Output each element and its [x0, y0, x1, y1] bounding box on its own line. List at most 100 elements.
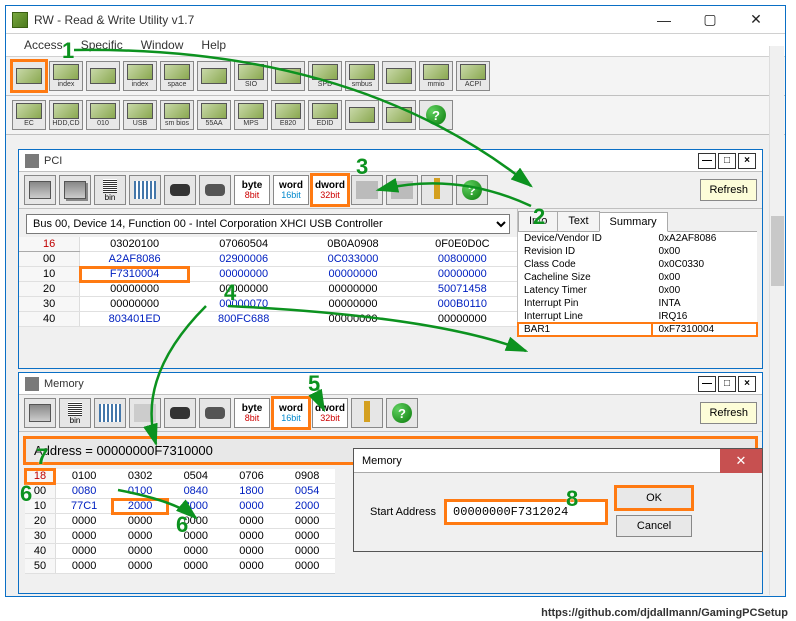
- pci-grid-button[interactable]: [129, 175, 161, 205]
- memory-save-button[interactable]: [24, 398, 56, 428]
- menubar: Access Specific Window Help: [6, 34, 785, 57]
- binary-010-button[interactable]: 010: [86, 100, 120, 130]
- memory-find-button[interactable]: [164, 398, 196, 428]
- pci-chip-button[interactable]: [12, 61, 46, 91]
- menu-window[interactable]: Window: [133, 36, 192, 54]
- dialog-title: Memory: [362, 455, 720, 467]
- mps-button[interactable]: MPS: [234, 100, 268, 130]
- pci-hex-table: 1603020100070605040B0A09080F0E0D0C00A2AF…: [19, 237, 517, 327]
- main-window: RW - Read & Write Utility v1.7 — ▢ ✕ Acc…: [5, 5, 786, 597]
- pci-find-button[interactable]: [164, 175, 196, 205]
- dialog-address-label: Start Address: [370, 506, 436, 518]
- memory-toolbar: bin byte8bit word16bit dword32bit ? Refr…: [19, 395, 762, 432]
- isa-button[interactable]: [197, 61, 231, 91]
- anno-6b: 6: [176, 512, 188, 538]
- edid-button[interactable]: EDID: [308, 100, 342, 130]
- pci-minimize-button[interactable]: —: [698, 153, 716, 169]
- main-scrollbar[interactable]: [769, 46, 784, 595]
- dialog-cancel-button[interactable]: Cancel: [616, 515, 692, 537]
- memory-address-text: Address = 00000000F7310000: [34, 443, 213, 458]
- pci-dword-button[interactable]: dword32bit: [312, 175, 348, 205]
- memory-bin-button[interactable]: bin: [59, 398, 91, 428]
- memory-grid-button[interactable]: [94, 398, 126, 428]
- pci-help-button[interactable]: ?: [456, 175, 488, 205]
- help-main-button[interactable]: ?: [419, 100, 453, 130]
- pci-window-title: PCI: [44, 155, 698, 167]
- sio-button[interactable]: SIO: [234, 61, 268, 91]
- memory-maximize-button[interactable]: □: [718, 376, 736, 392]
- memory-find-grid-button[interactable]: [199, 398, 231, 428]
- mem-chips-button[interactable]: [86, 61, 120, 91]
- dialog-address-input[interactable]: [446, 501, 606, 523]
- acpi-button[interactable]: ACPI: [456, 61, 490, 91]
- pci-info-icon[interactable]: [421, 175, 453, 205]
- spd-button[interactable]: SPD: [308, 61, 342, 91]
- anno-5: 5: [308, 371, 320, 397]
- index-button-1[interactable]: index: [49, 61, 83, 91]
- main-toolbar-2: ECHDD,CD010USBsm bios55AAMPSE820EDID?: [6, 96, 785, 135]
- anno-7: 7: [36, 444, 48, 470]
- app-icon: [12, 12, 28, 28]
- close-button[interactable]: ✕: [733, 6, 779, 34]
- pci-window: PCI — □ × bin byte8bit word16bit dword32…: [18, 149, 763, 369]
- space-button[interactable]: space: [160, 61, 194, 91]
- smbus-button[interactable]: smbus: [345, 61, 379, 91]
- minimize-button[interactable]: —: [641, 6, 687, 34]
- memory-refresh-button[interactable]: Refresh: [700, 402, 757, 424]
- pci-tabs: Info Text Summary: [518, 209, 757, 232]
- pci-summary-table: Device/Vendor ID0xA2AF8086Revision ID0x0…: [518, 232, 757, 336]
- main-toolbar: indexindexspaceSIOSPDsmbusmmioACPI: [6, 57, 785, 96]
- pci-tab-summary[interactable]: Summary: [599, 212, 668, 232]
- maximize-button[interactable]: ▢: [687, 6, 733, 34]
- titlebar: RW - Read & Write Utility v1.7 — ▢ ✕: [6, 6, 785, 34]
- usb-button[interactable]: USB: [123, 100, 157, 130]
- pci-find-grid-button[interactable]: [199, 175, 231, 205]
- pci-word-button[interactable]: word16bit: [273, 175, 309, 205]
- anno-8: 8: [566, 486, 578, 512]
- pci-tab-text[interactable]: Text: [557, 211, 599, 231]
- pci-window-icon: [25, 154, 39, 168]
- pci-save-all-button[interactable]: [59, 175, 91, 205]
- pci-bin-button[interactable]: bin: [94, 175, 126, 205]
- ec-button[interactable]: EC: [12, 100, 46, 130]
- memory-info-icon[interactable]: [351, 398, 383, 428]
- dialog-ok-button[interactable]: OK: [616, 487, 692, 509]
- pci-toolbar: bin byte8bit word16bit dword32bit ? Refr…: [19, 172, 762, 209]
- e820-button[interactable]: E820: [271, 100, 305, 130]
- pci-close-button[interactable]: ×: [738, 153, 756, 169]
- memory-word-button[interactable]: word16bit: [273, 398, 309, 428]
- smbios-button[interactable]: sm bios: [160, 100, 194, 130]
- memory-minimize-button[interactable]: —: [698, 376, 716, 392]
- memory-close-button[interactable]: ×: [738, 376, 756, 392]
- anno-6a: 6: [20, 481, 32, 507]
- msr-button[interactable]: [382, 61, 416, 91]
- terminal-button[interactable]: [345, 100, 379, 130]
- memory-dword-button[interactable]: dword32bit: [312, 398, 348, 428]
- pci-device-select[interactable]: Bus 00, Device 14, Function 00 - Intel C…: [26, 214, 510, 234]
- memory-help-button[interactable]: ?: [386, 398, 418, 428]
- anno-2: 2: [533, 204, 545, 230]
- wave-button[interactable]: [271, 61, 305, 91]
- window-title: RW - Read & Write Utility v1.7: [34, 13, 641, 27]
- pci-refresh-button[interactable]: Refresh: [700, 179, 757, 201]
- index-button-2[interactable]: index: [123, 61, 157, 91]
- memory-window-title: Memory: [44, 378, 698, 390]
- menu-help[interactable]: Help: [193, 36, 234, 54]
- pci-misc-button-2[interactable]: [386, 175, 418, 205]
- extra-button[interactable]: [382, 100, 416, 130]
- menu-specific[interactable]: Specific: [73, 36, 131, 54]
- memory-window-icon: [25, 377, 39, 391]
- memory-byte-button[interactable]: byte8bit: [234, 398, 270, 428]
- anno-3: 3: [356, 154, 368, 180]
- footer-link: https://github.com/djdallmann/GamingPCSe…: [541, 607, 788, 619]
- memory-start-dialog: Memory ✕ Start Address OK Cancel: [353, 448, 763, 552]
- hdd-button[interactable]: HDD,CD: [49, 100, 83, 130]
- dialog-close-button[interactable]: ✕: [720, 449, 762, 473]
- pci-save-button[interactable]: [24, 175, 56, 205]
- pci-byte-button[interactable]: byte8bit: [234, 175, 270, 205]
- anno-4: 4: [224, 280, 236, 306]
- sig55aa-button[interactable]: 55AA: [197, 100, 231, 130]
- pci-maximize-button[interactable]: □: [718, 153, 736, 169]
- memory-misc-button-1[interactable]: [129, 398, 161, 428]
- mmio-button[interactable]: mmio: [419, 61, 453, 91]
